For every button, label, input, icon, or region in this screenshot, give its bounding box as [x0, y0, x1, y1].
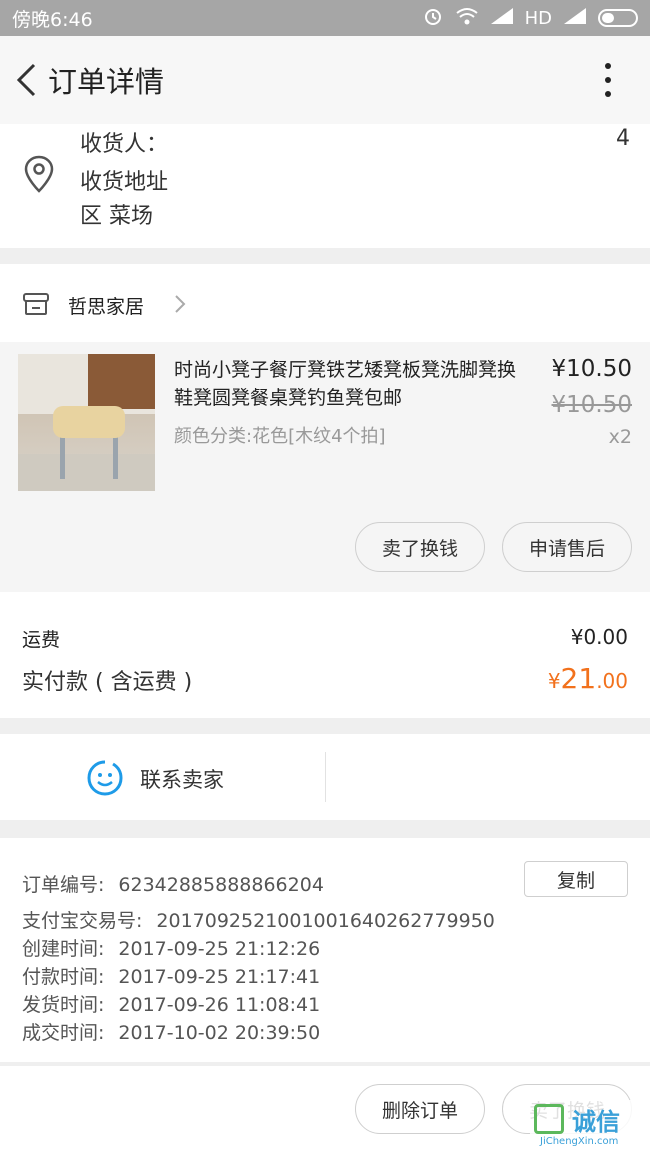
- back-arrow-icon[interactable]: [4, 58, 48, 102]
- alarm-icon: [423, 6, 443, 31]
- chevron-right-icon: [174, 294, 186, 318]
- wifi-icon: [455, 7, 479, 30]
- paid-time-row: 付款时间: 2017-09-25 21:17:41: [22, 966, 321, 988]
- status-bar: 傍晚6:46 HD: [0, 0, 650, 36]
- chat-smile-icon[interactable]: [85, 758, 125, 802]
- watermark-logo: 诚信 JiChengXin.com: [530, 1100, 648, 1152]
- product-price: ¥10.50: [551, 356, 632, 382]
- contact-bar: 联系卖家: [0, 734, 650, 820]
- completed-time-row: 成交时间: 2017-10-02 20:39:50: [22, 1022, 321, 1044]
- product-sku: 颜色分类:花色[木纹4个拍]: [174, 426, 386, 447]
- battery-icon: [598, 9, 638, 27]
- product-title[interactable]: 时尚小凳子餐厅凳铁艺矮凳板凳洗脚凳换鞋凳圆凳餐桌凳钓鱼凳包邮: [174, 356, 524, 412]
- order-number-row: 订单编号: 62342885888866204: [22, 874, 324, 896]
- navbar: 订单详情: [0, 36, 650, 124]
- shipping-address-card: 收货人： 收货地址 区 菜场 4: [0, 124, 650, 248]
- address-label: 收货地址: [80, 170, 169, 195]
- receiver-label: 收货人：: [80, 132, 169, 157]
- product-original-price: ¥10.50: [551, 392, 632, 418]
- shop-row[interactable]: 哲思家居: [0, 264, 650, 342]
- receiver-phone-tail: 4: [616, 126, 630, 151]
- page-title: 订单详情: [48, 65, 165, 99]
- more-menu-icon[interactable]: [588, 58, 628, 102]
- shipped-time-row: 发货时间: 2017-09-26 11:08:41: [22, 994, 321, 1016]
- order-info: 订单编号: 62342885888866204 复制 支付宝交易号: 2017092…: [0, 838, 650, 1062]
- contact-seller-button[interactable]: 联系卖家: [140, 764, 224, 794]
- shipping-fee-label: 运费: [22, 629, 61, 651]
- product-thumbnail[interactable]: [18, 354, 155, 491]
- order-number: 62342885888866204: [118, 874, 324, 896]
- paid-amount-value: ¥21.00: [547, 662, 628, 695]
- delete-order-button[interactable]: 删除订单: [355, 1084, 485, 1134]
- shop-name[interactable]: 哲思家居: [68, 292, 144, 319]
- payment-summary: 运费 ¥0.00 实付款 ( 含运费 ) ¥21.00: [0, 592, 650, 718]
- order-item[interactable]: 时尚小凳子餐厅凳铁艺矮凳板凳洗脚凳换鞋凳圆凳餐桌凳钓鱼凳包邮 颜色分类:花色[木…: [0, 342, 650, 592]
- redacted-area: [170, 124, 615, 244]
- shipping-fee-value: ¥0.00: [570, 625, 628, 649]
- sell-button[interactable]: 卖了换钱: [355, 522, 485, 572]
- location-pin-icon: [22, 154, 56, 198]
- copy-button[interactable]: 复制: [524, 861, 628, 897]
- store-icon: [22, 292, 50, 320]
- signal-icon: [490, 7, 513, 29]
- divider: [325, 752, 326, 802]
- status-time: 傍晚6:46: [12, 8, 93, 31]
- address-line-2: 区 菜场: [80, 204, 153, 229]
- created-time-row: 创建时间: 2017-09-25 21:12:26: [22, 938, 321, 960]
- alipay-trade-row: 支付宝交易号: 2017092521001001640262779950: [22, 910, 495, 932]
- alipay-trade-number: 2017092521001001640262779950: [156, 910, 495, 932]
- paid-amount-label: 实付款 ( 含运费 ): [22, 670, 193, 695]
- network-type: HD: [524, 7, 552, 29]
- signal-icon-2: [564, 7, 586, 29]
- after-sale-button[interactable]: 申请售后: [502, 522, 632, 572]
- product-quantity: x2: [608, 426, 632, 448]
